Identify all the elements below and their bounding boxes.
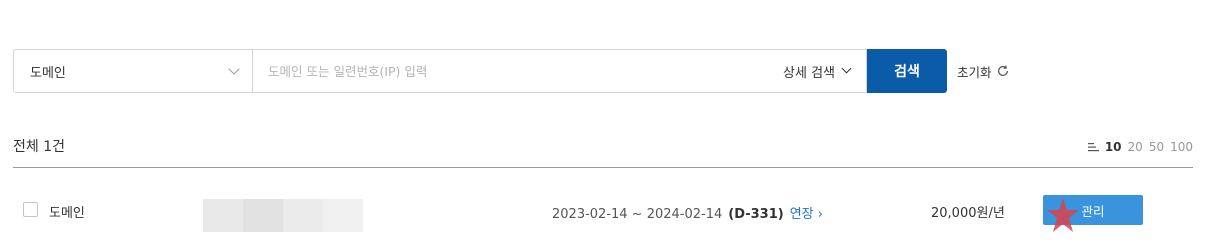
chevron-down-icon [841, 63, 852, 74]
masked-domain-name [203, 199, 363, 232]
search-type-value: 도메인 [30, 65, 66, 81]
renew-label: 연장 [789, 207, 814, 222]
total-count: 전체 1건 [13, 139, 65, 155]
page-size-selector: 10 20 50 100 [1087, 140, 1193, 154]
reset-label: 초기화 [957, 64, 992, 80]
chevron-right-icon: › [817, 207, 823, 222]
price: 20,000원/년 [931, 206, 1005, 221]
period-range: 2023-02-14 ~ 2024-02-14 [552, 207, 723, 222]
renew-link[interactable]: 연장 › [790, 207, 823, 222]
reset-button[interactable]: 초기화 [957, 62, 1010, 81]
page-size-option[interactable]: 10 [1105, 140, 1122, 154]
service-period: 2023-02-14 ~ 2024-02-14 (D-331) 연장 › [552, 203, 823, 222]
row-checkbox[interactable] [23, 202, 38, 217]
search-input[interactable] [268, 63, 748, 79]
search-button[interactable]: 검색 [867, 49, 947, 93]
detail-search-toggle[interactable]: 상세 검색 [783, 62, 852, 81]
list-icon [1087, 143, 1099, 152]
detail-search-label: 상세 검색 [783, 65, 835, 81]
d-day-badge: (D-331) [728, 207, 784, 222]
table-row: 도메인 2023-02-14 ~ 2024-02-14 (D-331) 연장 › 2… [13, 192, 1193, 232]
page-size-option[interactable]: 50 [1149, 140, 1164, 154]
page-size-option[interactable]: 20 [1128, 140, 1143, 154]
search-type-select[interactable]: 도메인 [13, 49, 253, 93]
chevron-down-icon [228, 62, 240, 75]
row-type: 도메인 [49, 206, 85, 221]
search-input-wrapper: 상세 검색 [253, 49, 867, 93]
star-icon [1047, 198, 1079, 232]
list-divider [13, 167, 1193, 168]
page-size-option[interactable]: 100 [1170, 140, 1193, 154]
refresh-icon [997, 65, 1008, 76]
search-bar: 도메인 상세 검색 검색 초기화 [13, 49, 1010, 93]
